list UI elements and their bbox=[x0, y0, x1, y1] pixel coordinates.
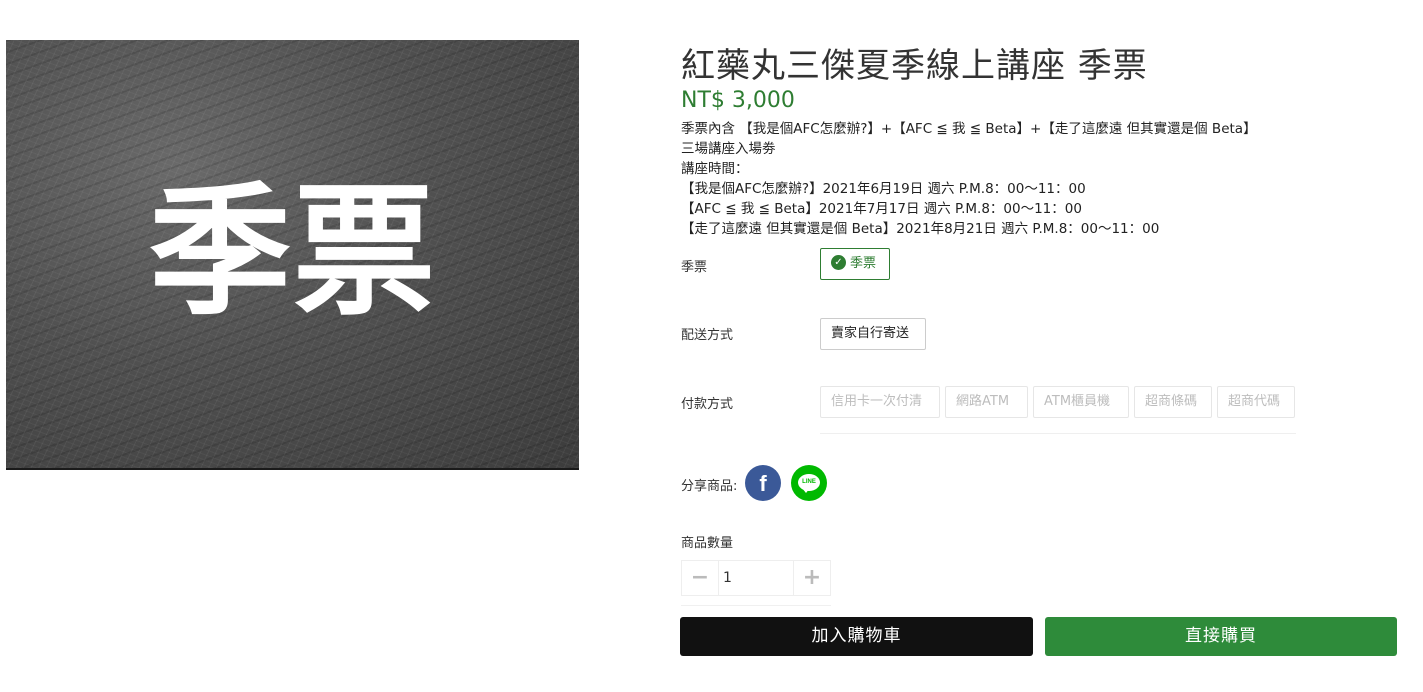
buy-now-button[interactable]: 直接購買 bbox=[1045, 617, 1397, 656]
description-line: 講座時間： bbox=[681, 161, 749, 177]
product-description: 季票內含 【我是個AFC怎麼辦?】+【AFC ≦ 我 ≦ Beta】+【走了這麼… bbox=[681, 119, 1257, 239]
quantity-input[interactable] bbox=[718, 561, 794, 595]
payment-label: 付款方式 bbox=[681, 397, 734, 412]
product-image-text: 季票 bbox=[149, 170, 437, 335]
payment-option-web-atm[interactable]: 網路ATM bbox=[945, 386, 1028, 418]
variant-option-label: 季票 bbox=[850, 256, 877, 271]
product-title: 紅藥丸三傑夏季線上講座 季票 bbox=[681, 46, 1148, 86]
description-line: 【我是個AFC怎麼辦?】2021年6月19日 週六 P.M.8：00～11：00 bbox=[681, 181, 1086, 197]
description-line: 【AFC ≦ 我 ≦ Beta】2021年7月17日 週六 P.M.8：00～1… bbox=[681, 201, 1082, 217]
variant-label: 季票 bbox=[681, 260, 708, 275]
line-icon[interactable]: LINE bbox=[791, 465, 827, 501]
facebook-icon[interactable]: f bbox=[745, 465, 781, 501]
payment-option-credit-card[interactable]: 信用卡一次付清 bbox=[820, 386, 940, 418]
line-bubble-tail bbox=[802, 488, 810, 493]
divider bbox=[820, 433, 1296, 434]
facebook-glyph: f bbox=[759, 471, 767, 496]
share-label: 分享商品: bbox=[681, 479, 738, 494]
quantity-increase-button[interactable]: + bbox=[794, 561, 830, 595]
product-image: 季票 bbox=[6, 40, 579, 470]
shipping-option-seller-delivery[interactable]: 賣家自行寄送 bbox=[820, 318, 926, 350]
product-price: NT$ 3,000 bbox=[681, 88, 795, 113]
quantity-stepper: − + bbox=[681, 560, 831, 596]
payment-option-cvs-code[interactable]: 超商代碼 bbox=[1217, 386, 1295, 418]
payment-option-atm[interactable]: ATM櫃員機 bbox=[1033, 386, 1129, 418]
variant-option-season-ticket[interactable]: ✓ 季票 bbox=[820, 248, 890, 280]
shipping-label: 配送方式 bbox=[681, 328, 734, 343]
description-line: 【走了這麼遠 但其實還是個 Beta】2021年8月21日 週六 P.M.8：0… bbox=[681, 221, 1160, 237]
quantity-label: 商品數量 bbox=[681, 536, 734, 551]
divider bbox=[681, 605, 831, 606]
add-to-cart-button[interactable]: 加入購物車 bbox=[680, 617, 1033, 656]
payment-option-cvs-barcode[interactable]: 超商條碼 bbox=[1134, 386, 1212, 418]
description-line: 季票內含 【我是個AFC怎麼辦?】+【AFC ≦ 我 ≦ Beta】+【走了這麼… bbox=[681, 121, 1257, 137]
description-line: 三場講座入場劵 bbox=[681, 141, 776, 157]
quantity-decrease-button[interactable]: − bbox=[682, 561, 718, 595]
check-icon: ✓ bbox=[831, 255, 846, 270]
